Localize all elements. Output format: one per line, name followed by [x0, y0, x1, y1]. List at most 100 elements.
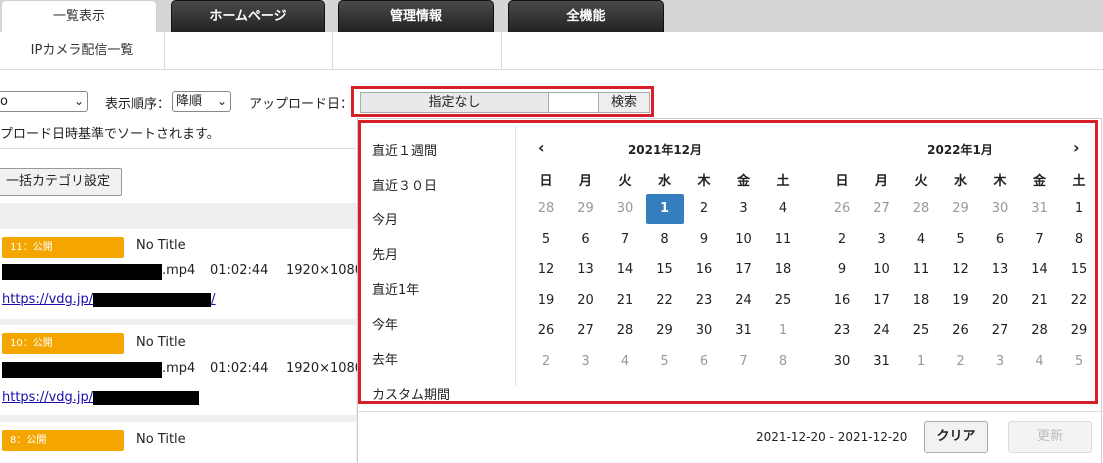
calendar-day[interactable]: 29 [567, 194, 605, 224]
calendar-day[interactable]: 3 [567, 347, 605, 377]
calendar-day[interactable]: 14 [606, 255, 644, 285]
calendar-day[interactable]: 18 [764, 255, 802, 285]
calendar-day[interactable]: 20 [981, 286, 1019, 316]
upload-date-input[interactable] [549, 92, 598, 113]
calendar-day[interactable]: 6 [567, 225, 605, 255]
calendar-day[interactable]: 31 [1021, 194, 1059, 224]
calendar-day[interactable]: 2 [942, 347, 980, 377]
video-link[interactable]: https://vdg.jp/ / [2, 292, 216, 307]
update-button[interactable]: 更新 [1008, 421, 1092, 453]
calendar-day[interactable]: 5 [942, 225, 980, 255]
calendar-day[interactable]: 30 [981, 194, 1019, 224]
calendar-day[interactable]: 6 [685, 347, 723, 377]
calendar-day[interactable]: 20 [567, 286, 605, 316]
tab-homepage[interactable]: ホームページ [171, 0, 325, 32]
order-select[interactable]: 降順 ⌄ [172, 91, 231, 112]
calendar-day[interactable]: 11 [764, 225, 802, 255]
calendar-day[interactable]: 26 [942, 316, 980, 346]
calendar-day[interactable]: 15 [1060, 255, 1098, 285]
calendar-day[interactable]: 31 [725, 316, 763, 346]
calendar-day[interactable]: 17 [863, 286, 901, 316]
search-button[interactable]: 検索 [598, 92, 650, 113]
calendar-day[interactable]: 10 [725, 225, 763, 255]
calendar-day[interactable]: 26 [527, 316, 565, 346]
calendar-day[interactable]: 4 [902, 225, 940, 255]
calendar-day[interactable]: 13 [981, 255, 1019, 285]
calendar-day[interactable]: 26 [823, 194, 861, 224]
calendar-day[interactable]: 15 [646, 255, 684, 285]
calendar-day[interactable]: 7 [606, 225, 644, 255]
calendar-day[interactable]: 1 [764, 316, 802, 346]
calendar-day[interactable]: 31 [863, 347, 901, 377]
range-last-year-period[interactable]: 直近1年 [372, 279, 419, 298]
calendar-day[interactable]: 28 [606, 316, 644, 346]
calendar-day[interactable]: 2 [823, 225, 861, 255]
calendar-day[interactable]: 22 [646, 286, 684, 316]
calendar-day[interactable]: 23 [685, 286, 723, 316]
calendar-day[interactable]: 5 [527, 225, 565, 255]
calendar-day[interactable]: 18 [902, 286, 940, 316]
calendar-day[interactable]: 24 [725, 286, 763, 316]
calendar-day[interactable]: 23 [823, 316, 861, 346]
calendar-day[interactable]: 5 [646, 347, 684, 377]
calendar-day[interactable]: 2 [527, 347, 565, 377]
calendar-day[interactable]: 6 [981, 225, 1019, 255]
calendar-day[interactable]: 5 [1060, 347, 1098, 377]
calendar-day[interactable]: 29 [1060, 316, 1098, 346]
calendar-day[interactable]: 28 [902, 194, 940, 224]
calendar-day[interactable]: 27 [981, 316, 1019, 346]
calendar-day[interactable]: 28 [1021, 316, 1059, 346]
clear-button[interactable]: クリア [924, 421, 988, 453]
calendar-day[interactable]: 3 [981, 347, 1019, 377]
tab-all-features[interactable]: 全機能 [508, 0, 664, 32]
calendar-day[interactable]: 4 [1021, 347, 1059, 377]
calendar-day[interactable]: 8 [646, 225, 684, 255]
range-last-30-days[interactable]: 直近３０日 [372, 175, 437, 194]
calendar-day[interactable]: 27 [567, 316, 605, 346]
subnav-ipcamera-list[interactable]: IPカメラ配信一覧 [0, 32, 165, 70]
calendar-day[interactable]: 21 [606, 286, 644, 316]
calendar-day[interactable]: 19 [942, 286, 980, 316]
calendar-day[interactable]: 13 [567, 255, 605, 285]
calendar-day[interactable]: 27 [863, 194, 901, 224]
calendar-day[interactable]: 22 [1060, 286, 1098, 316]
video-link[interactable]: https://vdg.jp/ [2, 390, 200, 405]
range-last-year[interactable]: 去年 [372, 349, 398, 368]
calendar-day[interactable]: 28 [527, 194, 565, 224]
range-this-month[interactable]: 今月 [372, 209, 398, 228]
calendar-day[interactable]: 14 [1021, 255, 1059, 285]
calendar-day[interactable]: 16 [685, 255, 723, 285]
range-this-year[interactable]: 今年 [372, 314, 398, 333]
upload-date-button[interactable]: 指定なし [360, 92, 549, 113]
calendar-day[interactable]: 29 [646, 316, 684, 346]
range-last-week[interactable]: 直近１週間 [372, 140, 437, 159]
calendar-day[interactable]: 8 [764, 347, 802, 377]
calendar-day[interactable]: 7 [1021, 225, 1059, 255]
calendar-day[interactable]: 21 [1021, 286, 1059, 316]
calendar-day[interactable]: 30 [685, 316, 723, 346]
tab-list-view[interactable]: 一覧表示 [1, 0, 157, 32]
calendar-day[interactable]: 3 [863, 225, 901, 255]
calendar-day[interactable]: 30 [823, 347, 861, 377]
calendar-day[interactable]: 10 [863, 255, 901, 285]
calendar-day[interactable]: 16 [823, 286, 861, 316]
calendar-day[interactable]: 2 [685, 194, 723, 224]
calendar-day[interactable]: 4 [764, 194, 802, 224]
calendar-day[interactable]: 9 [685, 225, 723, 255]
calendar-day[interactable]: 30 [606, 194, 644, 224]
calendar-day[interactable]: 9 [823, 255, 861, 285]
calendar-day[interactable]: 25 [902, 316, 940, 346]
calendar-day[interactable]: 17 [725, 255, 763, 285]
range-last-month[interactable]: 先月 [372, 244, 398, 263]
bulk-category-button[interactable]: 一括カテゴリ設定 [0, 168, 122, 196]
calendar-day[interactable]: 25 [764, 286, 802, 316]
calendar-day[interactable]: 1 [1060, 194, 1098, 224]
item-title[interactable]: No Title [136, 432, 186, 447]
calendar-day[interactable]: 24 [863, 316, 901, 346]
category-select[interactable]: o ⌄ [0, 91, 88, 112]
calendar-day[interactable]: 11 [902, 255, 940, 285]
calendar-day[interactable]: 1 [645, 194, 684, 224]
calendar-day[interactable]: 19 [527, 286, 565, 316]
calendar-day[interactable]: 3 [725, 194, 763, 224]
item-title[interactable]: No Title [136, 335, 186, 350]
